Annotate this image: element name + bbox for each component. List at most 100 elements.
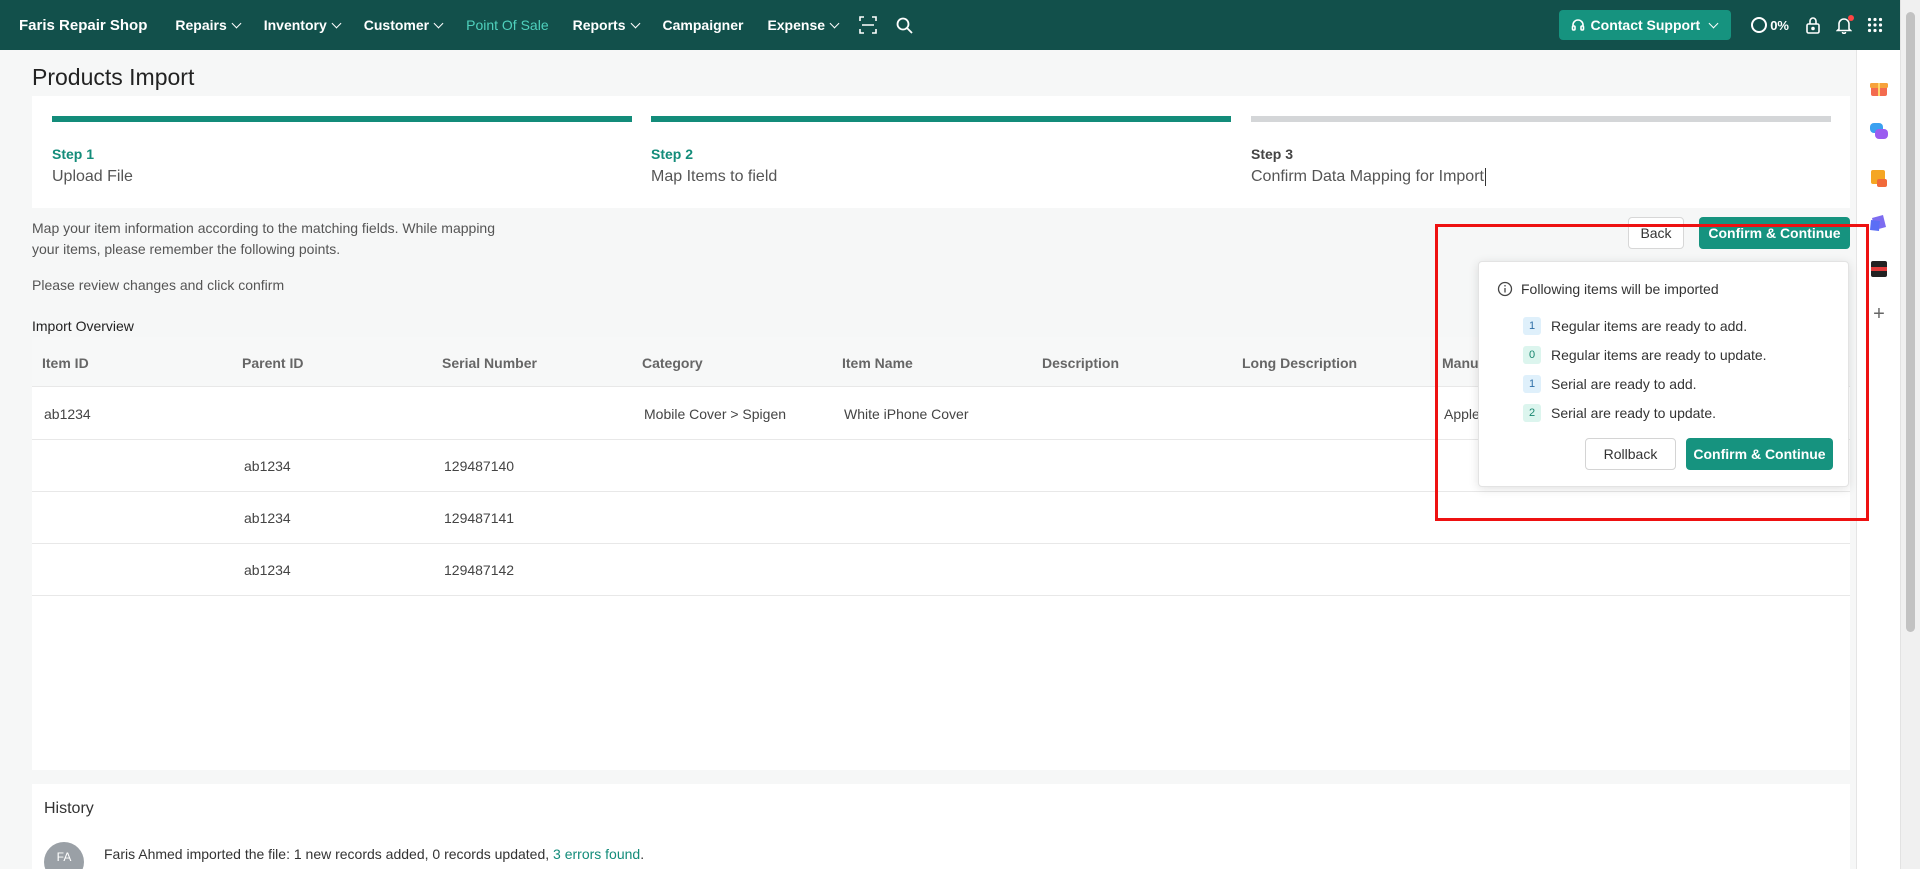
cell-parent-id: ab1234 [244,562,291,578]
step-number: Step 2 [651,146,694,162]
errors-found-link[interactable]: 3 errors found [553,846,640,862]
column-header[interactable]: Item ID [42,355,89,371]
summary-row: 1 Regular items are ready to add. [1523,317,1747,335]
summary-row: 0 Regular items are ready to update. [1523,346,1767,364]
history-entry: Faris Ahmed imported the file: 1 new rec… [104,846,644,862]
count-badge: 1 [1523,317,1541,335]
step-map-items: Step 2 Map Items to field [651,116,1231,186]
import-overview-label: Import Overview [32,318,134,334]
notes-app-icon[interactable] [1869,168,1889,188]
cell-serial-number: 129487140 [444,458,515,474]
confirm-continue-button[interactable]: Confirm & Continue [1699,217,1850,249]
nav-inventory[interactable]: Inventory [252,0,352,50]
count-badge: 1 [1523,375,1541,393]
history-entry-suffix: . [640,846,645,862]
chevron-down-icon [829,18,840,28]
rollback-button[interactable]: Rollback [1585,438,1676,470]
summary-row: 1 Serial are ready to add. [1523,375,1697,393]
notification-dot [1848,15,1854,21]
lock-icon[interactable] [1802,14,1824,36]
step-label: Upload File [52,168,133,185]
nav-repairs-label: Repairs [175,17,227,33]
step-label: Map Items to field [651,168,778,185]
step-label-text: Confirm Data Mapping for Import [1251,168,1484,186]
page-title: Products Import [32,64,195,90]
contact-support-button[interactable]: Contact Support [1558,10,1732,40]
nav-campaigner[interactable]: Campaigner [651,0,756,50]
column-header[interactable]: Serial Number [442,355,537,371]
cell-serial-number: 129487141 [444,510,515,526]
nav-campaigner-label: Campaigner [662,17,744,33]
apps-grid-icon[interactable] [1864,14,1886,36]
chevron-down-icon [231,18,242,28]
step-upload-file: Step 1 Upload File [52,116,632,186]
step-label: Confirm Data Mapping for Import [1251,168,1831,186]
add-app-icon[interactable]: + [1869,304,1889,325]
nav-reports-label: Reports [572,17,626,33]
docs-app-icon[interactable] [1869,213,1889,233]
history-section: History FA Faris Ahmed imported the file… [32,784,1850,869]
step-progress-bar [52,116,632,122]
search-icon[interactable] [893,14,915,36]
summary-row: 2 Serial are ready to update. [1523,404,1716,422]
chevron-down-icon [331,18,342,28]
column-header[interactable]: Parent ID [242,355,303,371]
step-number: Step 3 [1251,146,1294,162]
step-confirm-mapping: Step 3 Confirm Data Mapping for Import [1251,116,1831,186]
bell-icon[interactable] [1833,14,1855,36]
table-row[interactable]: ab1234 129487141 [32,492,1850,544]
review-instruction: Please review changes and click confirm [32,277,285,293]
nav-customer-label: Customer [363,17,430,33]
column-header[interactable]: Description [1042,355,1119,371]
chevron-down-icon [433,18,444,28]
gift-app-icon[interactable] [1869,78,1889,98]
popover-confirm-continue-button[interactable]: Confirm & Continue [1686,438,1833,470]
main-nav: Repairs Inventory Customer Point Of Sale… [163,0,922,50]
summary-text: Serial are ready to add. [1551,376,1697,392]
back-button[interactable]: Back [1628,217,1684,249]
column-header[interactable]: Long Description [1242,355,1357,371]
column-header[interactable]: Item Name [842,355,913,371]
side-app-strip: + [1856,50,1900,869]
nav-reports[interactable]: Reports [561,0,651,50]
nav-repairs[interactable]: Repairs [163,0,251,50]
cell-parent-id: ab1234 [244,510,291,526]
progress-value: 0% [1770,17,1789,33]
wallet-app-icon[interactable] [1869,259,1889,279]
top-navbar: Faris Repair Shop Repairs Inventory Cust… [0,0,1900,50]
summary-text: Regular items are ready to add. [1551,318,1748,334]
progress-indicator[interactable]: 0% [1751,17,1789,33]
import-stepper: Step 1 Upload File Step 2 Map Items to f… [32,96,1850,208]
count-badge: 0 [1523,346,1541,364]
info-icon [1497,281,1513,297]
nav-point-of-sale[interactable]: Point Of Sale [454,0,561,50]
nav-inventory-label: Inventory [263,17,327,33]
scrollbar-thumb[interactable] [1906,12,1915,632]
count-badge: 2 [1523,404,1541,422]
column-header[interactable]: Category [642,355,703,371]
history-title: History [44,800,94,817]
nav-expense-label: Expense [767,17,826,33]
popover-title: Following items will be imported [1521,281,1719,297]
step-number: Step 1 [52,146,95,162]
column-header[interactable]: Manu [1442,355,1479,371]
contact-support-label: Contact Support [1590,17,1701,33]
scan-icon[interactable] [857,14,879,36]
import-summary-popover: Following items will be imported 1 Regul… [1478,261,1849,487]
chat-app-icon[interactable] [1869,122,1889,142]
nav-customer[interactable]: Customer [352,0,454,50]
cell-serial-number: 129487142 [444,562,515,578]
chevron-down-icon [1708,18,1719,28]
cell-item-name: White iPhone Cover [844,406,969,422]
table-row[interactable]: ab1234 129487142 [32,544,1850,596]
summary-text: Serial are ready to update. [1551,405,1716,421]
step-progress-bar [651,116,1231,122]
popover-header: Following items will be imported [1497,281,1719,297]
brand-name[interactable]: Faris Repair Shop [19,17,147,34]
nav-expense[interactable]: Expense [755,0,850,50]
page-scrollbar[interactable] [1900,0,1920,869]
cell-parent-id: ab1234 [244,458,291,474]
text-caret [1484,168,1486,186]
cell-item-id: ab1234 [44,406,91,422]
chevron-down-icon [630,18,640,28]
